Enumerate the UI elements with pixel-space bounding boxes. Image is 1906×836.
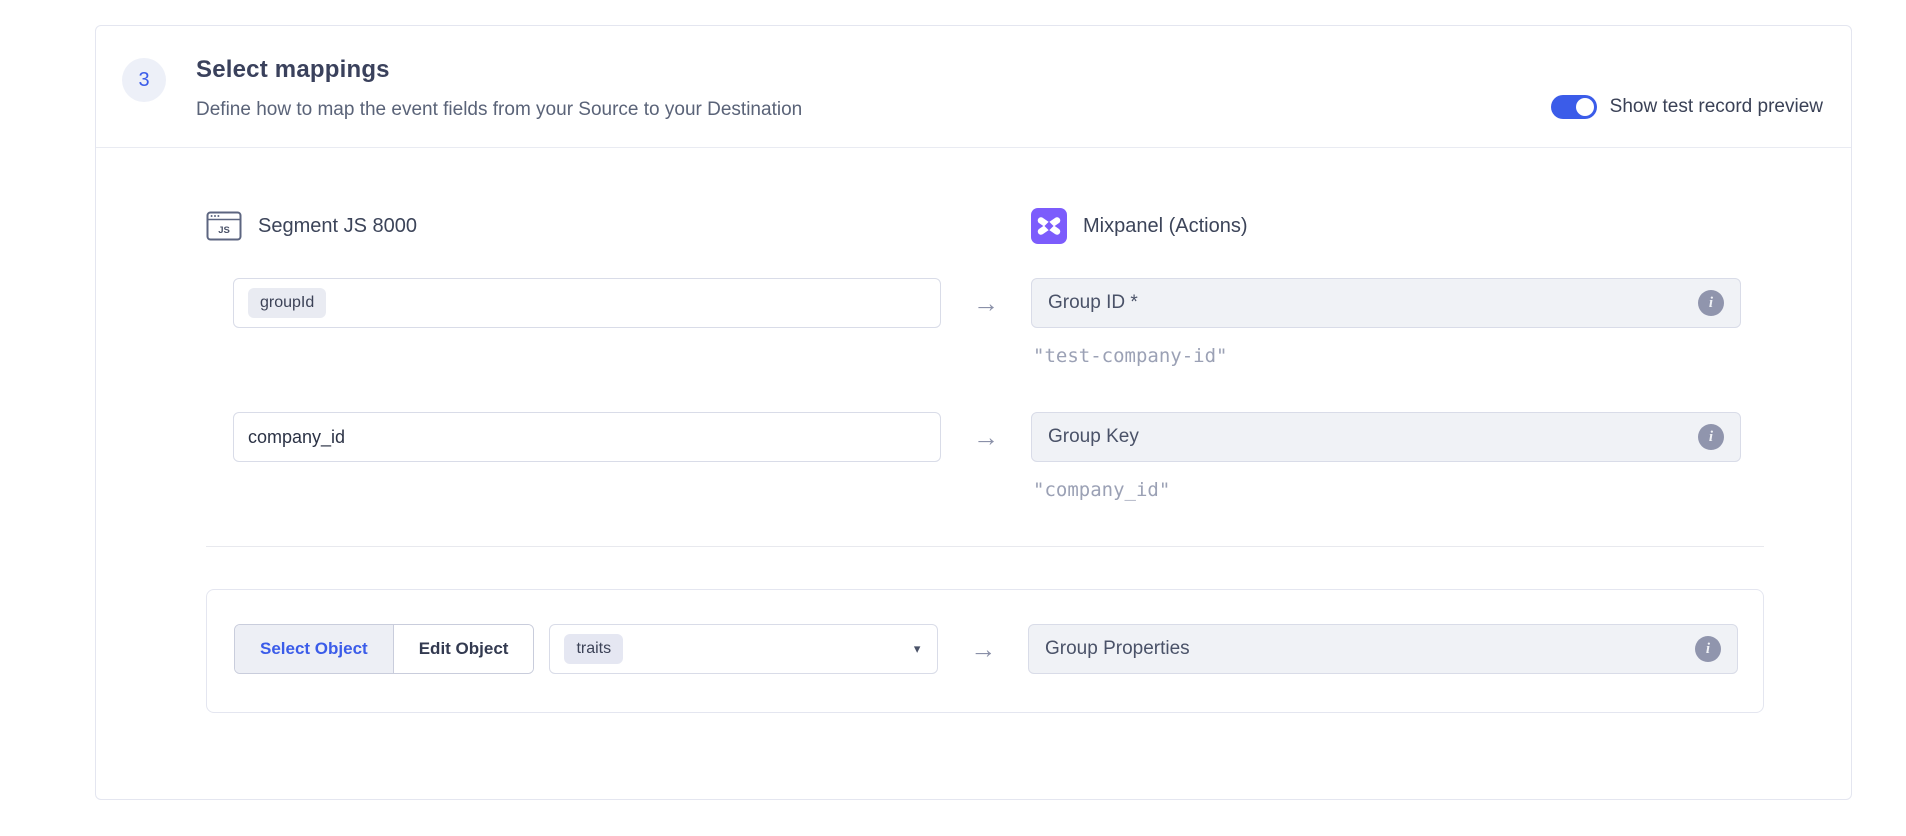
- test-record-preview-value: "test-company-id": [1033, 345, 1764, 367]
- page-subtitle: Define how to map the event fields from …: [196, 99, 802, 121]
- destination-field-label: Group Key: [1048, 426, 1139, 448]
- test-record-preview-value: "company_id": [1033, 479, 1764, 501]
- destination-field: Group Key i: [1031, 412, 1741, 462]
- object-source-dropdown[interactable]: traits ▾: [549, 624, 938, 674]
- source-column-header: JS Segment JS 8000: [206, 208, 941, 244]
- toggle-knob-icon: [1576, 98, 1594, 116]
- select-object-button[interactable]: Select Object: [235, 625, 394, 673]
- step-number-badge: 3: [122, 58, 166, 102]
- source-field-chip[interactable]: groupId: [248, 288, 326, 318]
- show-test-record-toggle[interactable]: [1551, 95, 1597, 119]
- test-record-toggle-group: Show test record preview: [1551, 95, 1823, 121]
- object-mode-button-group: Select Object Edit Object: [234, 624, 534, 674]
- header-text: Select mappings Define how to map the ev…: [196, 56, 802, 121]
- object-controls: Select Object Edit Object traits ▾: [207, 624, 938, 674]
- arrow-right-icon: →: [941, 278, 1031, 328]
- toggle-label: Show test record preview: [1610, 96, 1823, 118]
- select-mappings-card: 3 Select mappings Define how to map the …: [95, 25, 1852, 800]
- info-icon[interactable]: i: [1695, 636, 1721, 662]
- destination-field-label: Group Properties: [1045, 638, 1190, 660]
- source-field-value[interactable]: company_id: [248, 427, 345, 448]
- column-headers: JS Segment JS 8000 Mixpa: [206, 208, 1764, 244]
- destination-field: Group Properties i: [1028, 624, 1738, 674]
- destination-field-label: Group ID *: [1048, 292, 1138, 314]
- page-title: Select mappings: [196, 56, 802, 84]
- destination-column-header: Mixpanel (Actions): [1031, 208, 1764, 244]
- object-mapping-card: Select Object Edit Object traits ▾ → Gro…: [206, 589, 1764, 713]
- mixpanel-icon: [1031, 208, 1067, 244]
- info-icon[interactable]: i: [1698, 424, 1724, 450]
- info-icon[interactable]: i: [1698, 290, 1724, 316]
- section-divider: [206, 546, 1764, 547]
- edit-object-button[interactable]: Edit Object: [394, 625, 534, 673]
- mapping-row: company_id → Group Key i "company_id": [206, 412, 1764, 501]
- chevron-down-icon: ▾: [914, 641, 921, 657]
- arrow-right-icon: →: [938, 624, 1028, 674]
- svg-text:JS: JS: [218, 225, 230, 236]
- browser-js-icon: JS: [206, 208, 242, 244]
- source-field-input[interactable]: company_id: [233, 412, 941, 462]
- mappings-body: JS Segment JS 8000 Mixpa: [96, 148, 1851, 773]
- arrow-right-icon: →: [941, 412, 1031, 462]
- source-field-input[interactable]: groupId: [233, 278, 941, 328]
- dropdown-selected-chip: traits: [564, 634, 623, 664]
- header-left: 3 Select mappings Define how to map the …: [122, 56, 802, 121]
- mapping-row: groupId → Group ID * i "test-company-id": [206, 278, 1764, 367]
- destination-field: Group ID * i: [1031, 278, 1741, 328]
- card-header: 3 Select mappings Define how to map the …: [96, 26, 1851, 148]
- source-name: Segment JS 8000: [258, 215, 417, 238]
- destination-name: Mixpanel (Actions): [1083, 215, 1248, 238]
